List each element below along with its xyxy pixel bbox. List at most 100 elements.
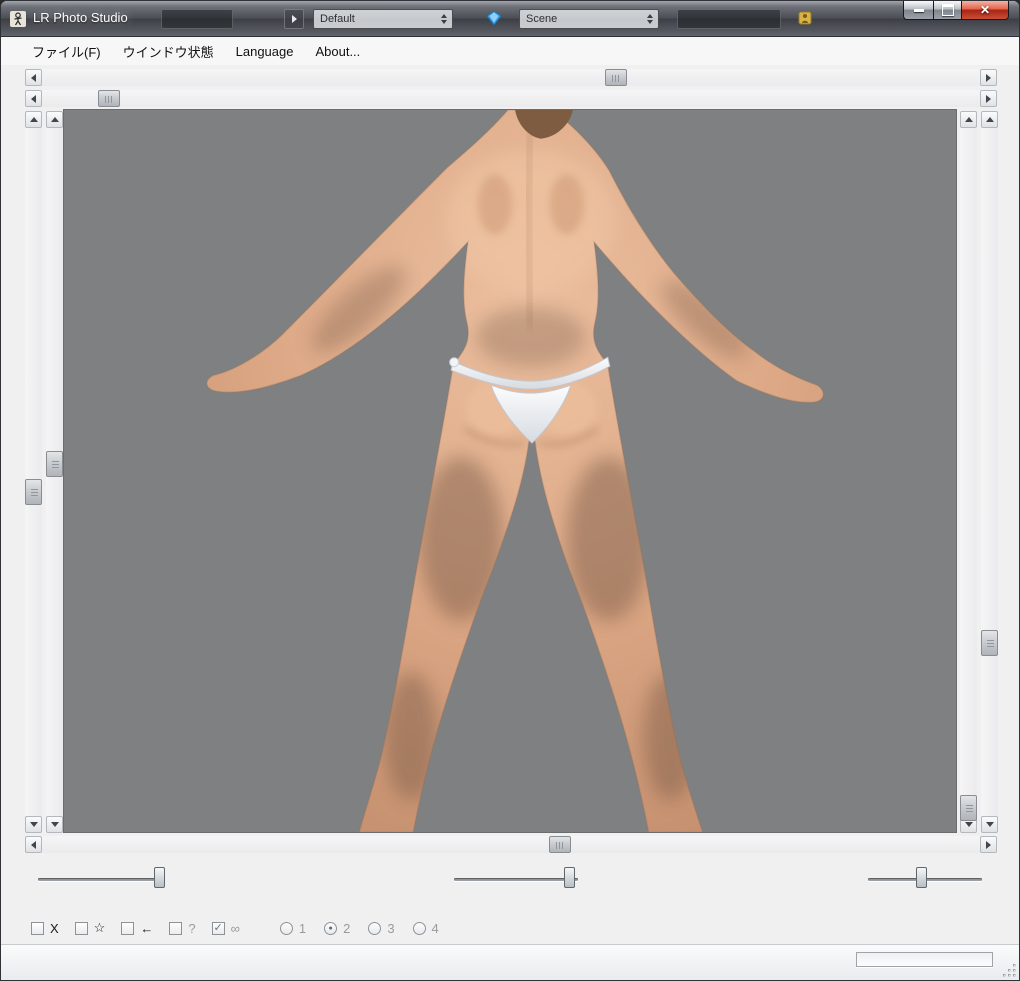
radio-button[interactable]: ● [324,921,338,935]
scroll-up-arrow[interactable] [981,111,998,128]
slider-right [861,863,989,895]
titlebar[interactable]: LR Photo Studio Default Scene ✕ [1,1,1019,37]
status-progress [856,952,993,967]
scroll-down-arrow[interactable] [981,816,998,833]
radio-button[interactable] [412,921,426,935]
scrollbar-thumb[interactable] [25,478,42,505]
play-button[interactable] [284,9,304,29]
model-viewport[interactable] [63,109,957,833]
checkbox-star[interactable]: ☆ [74,920,106,936]
checkbox-question[interactable]: ? [169,920,196,936]
app-window: LR Photo Studio Default Scene ✕ ファイル(F) … [0,0,1020,981]
caption-buttons: ✕ [903,1,1009,20]
checkbox-label: ∞ [230,920,240,936]
spinner-icon[interactable] [438,12,450,26]
checkbox[interactable] [169,921,183,935]
scroll-left-arrow[interactable] [25,90,42,107]
checkbox-label: X [50,920,59,936]
left-scrollbar-inner [46,111,63,833]
spinner-icon[interactable] [644,12,656,26]
top-scrollbar-1 [25,69,997,86]
scrollbar-track[interactable] [981,128,998,816]
slider-thumb[interactable] [153,867,165,888]
scroll-right-arrow[interactable] [980,90,997,107]
play-icon [291,15,297,23]
slider-track[interactable] [454,878,578,881]
scrollbar-thumb[interactable] [604,69,627,86]
resize-grip-icon[interactable] [1003,964,1016,977]
checkbox[interactable]: ✓ [211,921,225,935]
scrollbar-thumb[interactable] [98,90,121,107]
scrollbar-thumb[interactable] [548,836,571,853]
scroll-left-arrow[interactable] [25,69,42,86]
radio-button[interactable] [368,921,382,935]
radio-button[interactable] [279,921,293,935]
scroll-left-arrow[interactable] [25,836,42,853]
options-row: X ☆ ← ? ✓ ∞ 1 ● 2 3 4 [1,913,1019,943]
scroll-down-arrow[interactable] [25,816,42,833]
preset-combobox[interactable]: Default [313,9,453,29]
maximize-button[interactable] [933,1,961,20]
radio-1[interactable]: 1 [279,920,307,936]
scrollbar-track[interactable] [46,128,63,816]
top-scrollbar-2 [25,90,997,107]
scrollbar-track[interactable] [42,836,980,853]
slider-left [31,863,171,895]
checkbox-infinity[interactable]: ✓ ∞ [211,920,240,936]
checkbox-label: ☆ [93,920,106,935]
scroll-up-arrow[interactable] [960,111,977,128]
right-scrollbar-inner [960,111,977,833]
menu-about[interactable]: About... [304,40,371,63]
checkbox-label: ? [188,920,196,936]
maximize-icon [941,4,954,16]
scrollbar-thumb[interactable] [46,451,63,478]
radio-label: 1 [298,920,307,936]
scroll-right-arrow[interactable] [980,69,997,86]
minimize-button[interactable] [903,1,933,20]
scrollbar-track[interactable] [960,128,977,822]
checkbox-x[interactable]: X [31,921,59,936]
scene-combobox[interactable]: Scene [519,9,659,29]
slider-thumb[interactable] [916,867,928,888]
menu-file[interactable]: ファイル(F) [21,38,112,65]
menu-language[interactable]: Language [225,40,305,63]
titlebar-dark-field-1[interactable] [161,9,233,29]
slider-thumb[interactable] [563,867,575,888]
blue-gem-icon[interactable] [487,11,501,25]
bottom-scrollbar [25,836,997,853]
slider-track[interactable] [38,878,164,881]
menu-window-state[interactable]: ウインドウ状態 [112,38,225,65]
checkbox[interactable] [74,921,88,935]
titlebar-dark-field-2[interactable] [677,9,781,29]
window-title: LR Photo Studio [33,10,128,25]
statusbar [1,944,1019,980]
radio-label: 2 [343,920,351,936]
yellow-icon[interactable] [798,11,812,25]
checkbox-arrow[interactable]: ← [121,921,153,936]
scrollbar-thumb[interactable] [960,795,977,822]
scroll-down-arrow[interactable] [46,816,63,833]
checkbox[interactable] [31,921,44,935]
scroll-up-arrow[interactable] [46,111,63,128]
preset-combobox-value: Default [320,13,355,25]
radio-2[interactable]: ● 2 [324,921,350,936]
scene-combobox-value: Scene [526,13,558,25]
close-icon: ✕ [979,3,991,17]
right-scrollbar-outer [981,111,998,833]
scroll-right-arrow[interactable] [980,836,997,853]
scroll-up-arrow[interactable] [25,111,42,128]
close-button[interactable]: ✕ [961,1,1009,20]
radio-3[interactable]: 3 [368,920,395,936]
model-render [64,110,956,832]
scrollbar-track[interactable] [42,90,980,107]
scrollbar-track[interactable] [25,128,42,816]
left-scrollbar-outer [25,111,42,833]
checkbox[interactable] [121,921,135,935]
scrollbar-track[interactable] [42,69,980,86]
radio-4[interactable]: 4 [412,920,439,936]
slider-center [447,863,585,895]
radio-label: 4 [431,920,439,936]
checkbox-label: ← [140,920,154,936]
radio-label: 3 [387,920,395,936]
scrollbar-thumb[interactable] [981,630,998,657]
